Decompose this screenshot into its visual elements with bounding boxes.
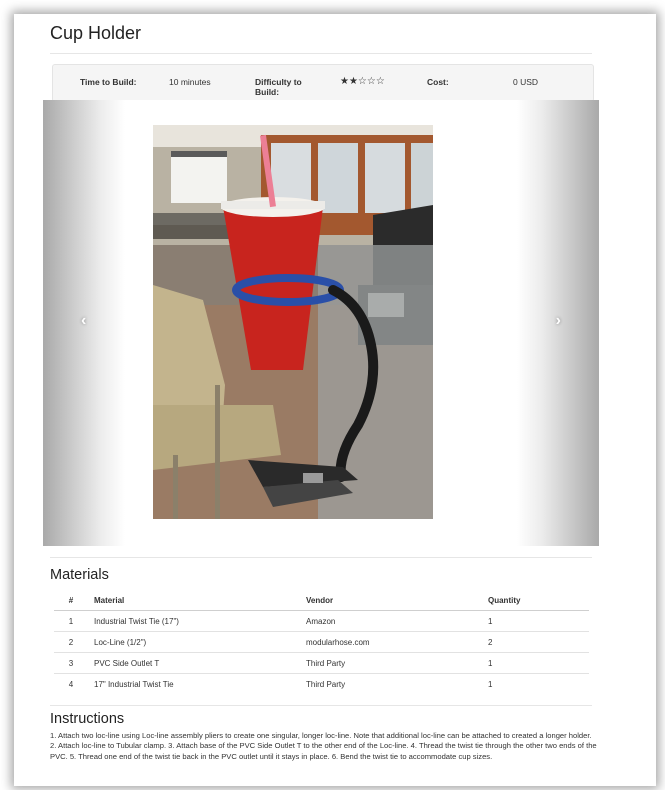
- cup-holder-photo: [153, 125, 433, 519]
- row-material: Industrial Twist Tie (17"): [88, 610, 300, 632]
- page-frame: Cup Holder Time to Build: 10 minutes Dif…: [14, 14, 656, 786]
- row-number: 1: [54, 610, 88, 632]
- instructions-text: 1. Attach two loc-line using Loc-line as…: [50, 731, 597, 761]
- instructions-divider: [50, 705, 592, 706]
- row-material: PVC Side Outlet T: [88, 652, 300, 674]
- row-number: 3: [54, 652, 88, 674]
- page-content: Cup Holder Time to Build: 10 minutes Dif…: [14, 14, 656, 786]
- table-row: 4 17" Industrial Twist Tie Third Party 1: [54, 673, 589, 694]
- image-carousel: ‹ ›: [43, 100, 599, 546]
- chevron-left-icon[interactable]: ‹: [81, 312, 86, 330]
- difficulty-stars: ★★☆☆☆: [340, 76, 385, 87]
- build-info-bar: Time to Build: 10 minutes Difficulty to …: [52, 64, 594, 102]
- chevron-right-icon[interactable]: ›: [556, 312, 561, 330]
- row-quantity: 1: [482, 610, 589, 632]
- row-material: Loc-Line (1/2"): [88, 631, 300, 653]
- row-vendor: Amazon: [300, 610, 482, 632]
- row-quantity: 2: [482, 631, 589, 653]
- row-material: 17" Industrial Twist Tie: [88, 673, 300, 694]
- table-header-row: # Material Vendor Quantity: [54, 590, 589, 611]
- cost-value: 0 USD: [513, 77, 539, 87]
- row-number: 4: [54, 673, 88, 694]
- row-vendor: Third Party: [300, 673, 482, 694]
- column-header-number: #: [54, 590, 88, 611]
- cost-label: Cost:: [427, 77, 449, 87]
- instructions-heading: Instructions: [50, 711, 125, 727]
- page-title: Cup Holder: [50, 23, 142, 43]
- row-number: 2: [54, 631, 88, 653]
- row-quantity: 1: [482, 652, 589, 674]
- column-header-quantity: Quantity: [482, 590, 589, 611]
- column-header-material: Material: [88, 590, 300, 611]
- column-header-vendor: Vendor: [300, 590, 482, 611]
- table-row: 2 Loc-Line (1/2") modularhose.com 2: [54, 631, 589, 653]
- row-quantity: 1: [482, 673, 589, 694]
- row-vendor: modularhose.com: [300, 631, 482, 653]
- materials-divider: [50, 557, 592, 558]
- materials-table: # Material Vendor Quantity 1 Industrial …: [54, 590, 589, 694]
- difficulty-label: Difficulty to Build:: [255, 77, 302, 97]
- table-row: 1 Industrial Twist Tie (17") Amazon 1: [54, 610, 589, 632]
- time-to-build-label: Time to Build:: [80, 77, 137, 87]
- title-divider: [50, 53, 592, 54]
- table-row: 3 PVC Side Outlet T Third Party 1: [54, 652, 589, 674]
- time-to-build-value: 10 minutes: [169, 77, 211, 87]
- materials-heading: Materials: [50, 567, 109, 583]
- row-vendor: Third Party: [300, 652, 482, 674]
